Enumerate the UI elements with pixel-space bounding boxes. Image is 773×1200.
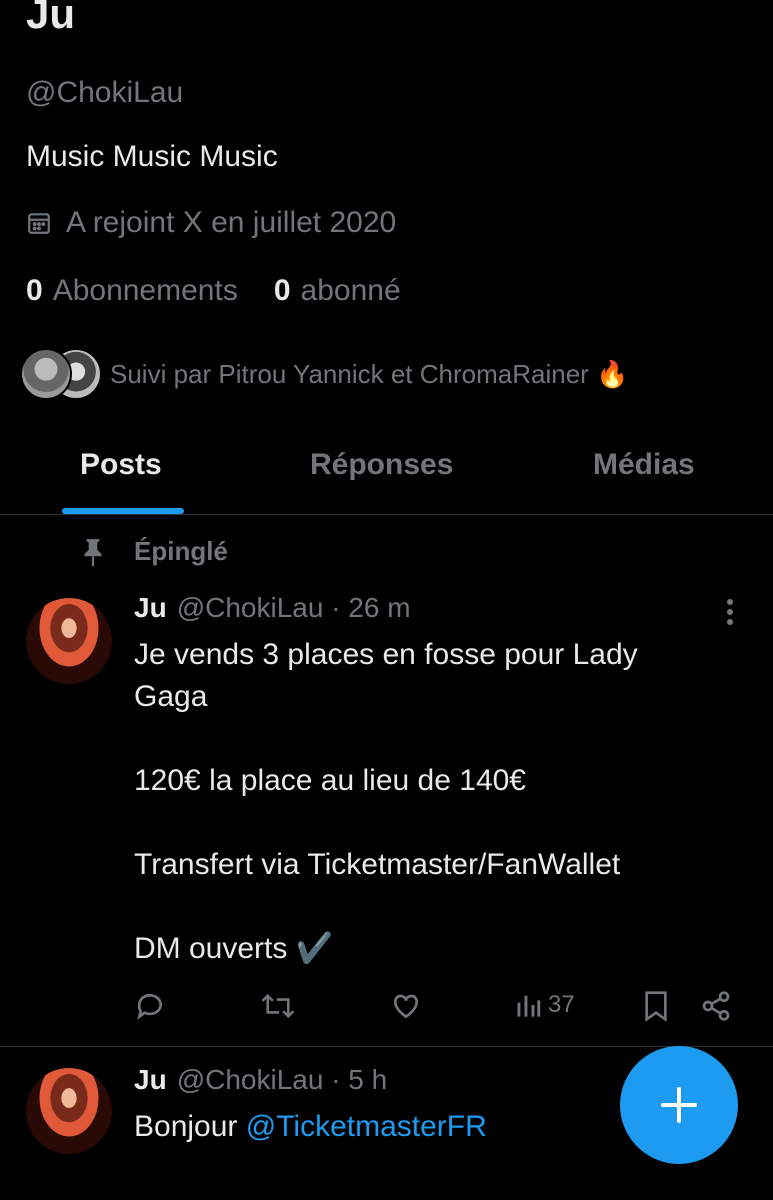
followers-count: 0 (273, 274, 291, 307)
tweet-author-name[interactable]: Ju (134, 1064, 167, 1096)
tweet-text: Bonjour @TicketmasterFR (134, 1106, 487, 1148)
tweet-header: Ju @ChokiLau · 26 m (134, 592, 411, 624)
like-button[interactable] (390, 990, 422, 1022)
views-icon (517, 995, 541, 1017)
pinned-indicator: Épinglé (80, 536, 228, 567)
follow-stats: 0 Abonnements 0 abonné (26, 274, 437, 308)
profile-handle: @ChokiLau (26, 76, 184, 109)
views-button[interactable]: 37 (514, 990, 575, 1020)
followers-label: abonné (300, 274, 401, 307)
calendar-icon (28, 213, 50, 234)
tweet-actions: 37 (134, 990, 734, 1030)
following-count: 0 (26, 274, 43, 307)
tweet-author-name[interactable]: Ju (134, 592, 167, 624)
active-tab-indicator (62, 508, 184, 514)
tab-replies[interactable]: Réponses (310, 448, 453, 482)
reply-button[interactable] (134, 990, 166, 1022)
repost-icon (261, 993, 295, 1019)
pinned-label: Épinglé (134, 536, 228, 566)
more-options-icon[interactable] (718, 598, 742, 628)
tweet-avatar[interactable] (26, 598, 112, 684)
heart-icon (393, 994, 419, 1019)
tweet-header: Ju @ChokiLau · 5 h (134, 1064, 387, 1096)
profile-name: Ju (26, 0, 76, 37)
joined-date: A rejoint X en juillet 2020 (26, 206, 396, 240)
tweet-text-prefix: Bonjour (134, 1110, 246, 1143)
tweet-author-handle: @ChokiLau · 5 h (176, 1064, 388, 1095)
tweet-author-handle: @ChokiLau · 26 m (176, 592, 411, 623)
reply-icon (137, 993, 162, 1020)
mention-link[interactable]: @TicketmasterFR (246, 1110, 487, 1143)
bookmark-button[interactable] (642, 990, 670, 1022)
followed-by-text: Suivi par Pitrou Yannick et ChromaRainer… (110, 358, 629, 389)
tab-media[interactable]: Médias (593, 448, 695, 482)
following-label: Abonnements (52, 274, 238, 307)
views-count: 37 (548, 991, 575, 1018)
plus-icon (661, 1087, 697, 1123)
profile-bio: Music Music Music (26, 140, 278, 173)
tweet-text: Je vends 3 places en fosse pour Lady Gag… (134, 638, 638, 965)
followers-link[interactable]: 0 abonné (274, 274, 401, 308)
pin-icon (84, 538, 102, 566)
following-link[interactable]: 0 Abonnements (26, 274, 238, 308)
avatar (20, 348, 72, 400)
share-button[interactable] (700, 990, 732, 1022)
profile-tabs: Posts Réponses Médias (0, 430, 773, 515)
share-icon (702, 991, 730, 1021)
repost-button[interactable] (260, 990, 296, 1022)
joined-text: A rejoint X en juillet 2020 (66, 206, 397, 239)
follower-avatars (20, 348, 106, 400)
tab-posts[interactable]: Posts (80, 448, 162, 482)
tweet-divider (0, 1046, 773, 1047)
compose-button[interactable] (620, 1046, 738, 1164)
bookmark-icon (645, 991, 667, 1022)
followed-by-row[interactable]: Suivi par Pitrou Yannick et ChromaRainer… (20, 348, 628, 400)
tweet-avatar[interactable] (26, 1068, 112, 1154)
